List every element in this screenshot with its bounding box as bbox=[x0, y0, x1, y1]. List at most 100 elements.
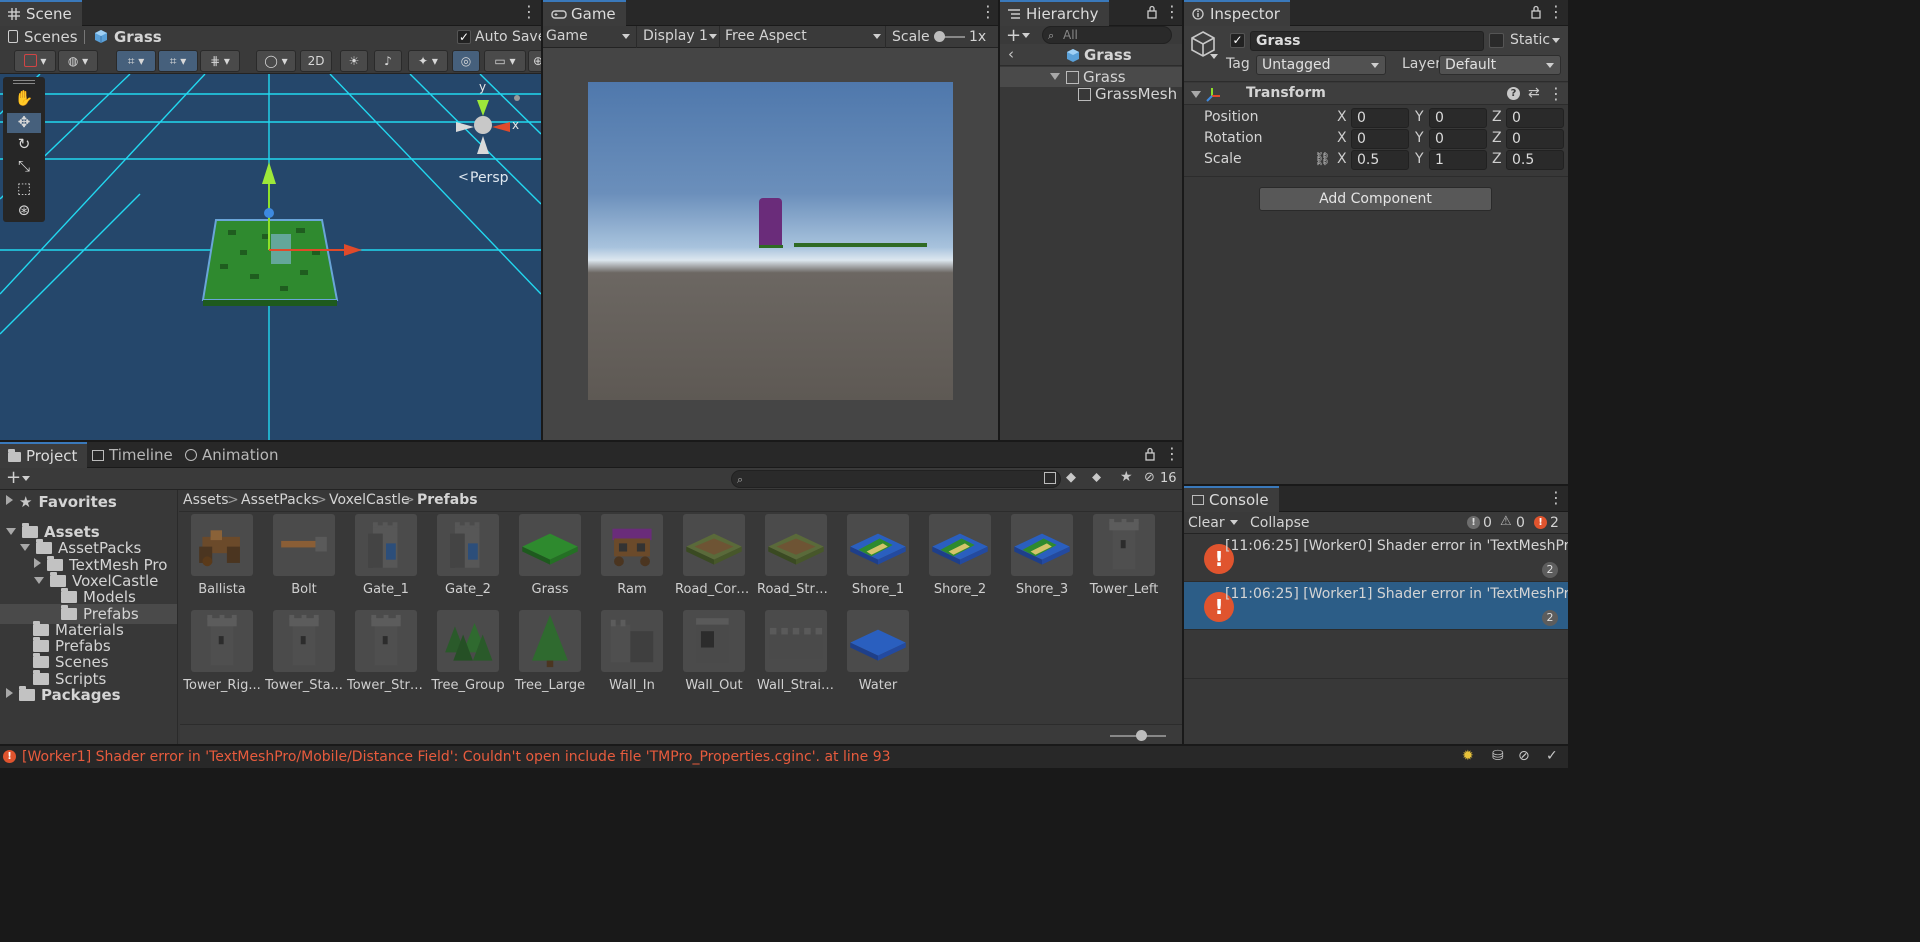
status-ok-icon[interactable]: ✓ bbox=[1546, 748, 1558, 764]
status-message[interactable]: [Worker1] Shader error in 'TextMeshPro/M… bbox=[22, 749, 891, 765]
console-entry[interactable]: ! [11:06:25] [Worker0] Shader error in '… bbox=[1184, 534, 1568, 582]
asset-item[interactable]: Road_Strai... bbox=[755, 514, 837, 614]
increment-snap-button[interactable]: ⋕ ▾ bbox=[200, 50, 240, 72]
filter-type-icon[interactable]: ◆ bbox=[1066, 470, 1076, 485]
asset-item[interactable]: Shore_1 bbox=[837, 514, 919, 614]
project-tree-item[interactable]: ★ Favorites bbox=[0, 492, 177, 512]
breadcrumb-assetpacks[interactable]: AssetPacks bbox=[241, 492, 319, 508]
lock-icon[interactable] bbox=[1144, 447, 1156, 461]
favorite-star-icon[interactable]: ★ bbox=[1120, 469, 1133, 485]
tab-console[interactable]: Console bbox=[1184, 486, 1279, 512]
visibility-toggle-button[interactable]: ◎ bbox=[452, 50, 480, 72]
lock-icon[interactable] bbox=[1146, 5, 1158, 19]
auto-save-checkbox[interactable]: ✓ bbox=[457, 30, 471, 44]
asset-item[interactable]: Tower_Stra... bbox=[345, 610, 427, 710]
lock-icon[interactable] bbox=[1530, 5, 1542, 19]
draw-mode-button[interactable]: ▾ bbox=[14, 50, 56, 72]
network-icon[interactable]: ⊘ bbox=[1518, 748, 1530, 764]
rotation-y-field[interactable]: 0 bbox=[1429, 129, 1487, 149]
debug-icon[interactable]: ✹ bbox=[1462, 748, 1474, 764]
display-dropdown[interactable]: Display 1 bbox=[643, 28, 719, 44]
asset-item[interactable]: Wall_Out bbox=[673, 610, 755, 710]
chevron-down-icon[interactable] bbox=[22, 476, 30, 481]
audio-toggle-button[interactable]: ♪ bbox=[374, 50, 402, 72]
collapse-arrow-icon[interactable] bbox=[1191, 91, 1201, 98]
asset-item[interactable]: Tower_Rig... bbox=[181, 610, 263, 710]
search-options-icon[interactable] bbox=[1044, 472, 1056, 484]
console-entry[interactable]: ! [11:06:25] [Worker1] Shader error in '… bbox=[1184, 582, 1568, 630]
rect-tool-icon[interactable]: ⬚ bbox=[9, 179, 39, 199]
scale-y-field[interactable]: 1 bbox=[1429, 150, 1487, 170]
asset-item[interactable]: Tree_Large bbox=[509, 610, 591, 710]
persp-label[interactable]: Persp bbox=[470, 170, 509, 186]
error-filter-icon[interactable]: ! bbox=[1534, 516, 1547, 529]
rotation-z-field[interactable]: 0 bbox=[1506, 129, 1564, 149]
game-menu-icon[interactable]: ⋮ bbox=[980, 4, 996, 20]
grid-toggle-button[interactable]: ⌗ ▾ bbox=[158, 50, 198, 72]
asset-item[interactable]: Shore_2 bbox=[919, 514, 1001, 614]
collapsed-arrow-icon[interactable] bbox=[34, 557, 41, 568]
collapsed-arrow-icon[interactable] bbox=[6, 688, 13, 698]
rotate-tool-icon[interactable]: ↻ bbox=[9, 135, 39, 155]
object-name-field[interactable]: Grass bbox=[1250, 31, 1484, 51]
breadcrumb-prefabs[interactable]: Prefabs bbox=[417, 492, 478, 508]
icon-size-slider[interactable] bbox=[1110, 730, 1166, 741]
hierarchy-menu-icon[interactable]: ⋮ bbox=[1164, 4, 1180, 20]
fx-button[interactable]: ✦ ▾ bbox=[408, 50, 448, 72]
active-checkbox[interactable]: ✓ bbox=[1230, 33, 1245, 48]
asset-item[interactable]: Gate_2 bbox=[427, 514, 509, 614]
hidden-packages-icon[interactable]: ⊘ bbox=[1144, 470, 1155, 485]
tab-inspector[interactable]: Inspector bbox=[1184, 0, 1290, 26]
warning-filter-icon[interactable]: ⚠ bbox=[1500, 514, 1512, 529]
hierarchy-search-input[interactable]: ⌕ All bbox=[1042, 26, 1172, 44]
rotation-x-field[interactable]: 0 bbox=[1351, 129, 1409, 149]
tag-dropdown[interactable]: Untagged bbox=[1256, 55, 1386, 75]
asset-item[interactable]: Bolt bbox=[263, 514, 345, 614]
asset-item[interactable]: Grass bbox=[509, 514, 591, 614]
scale-z-field[interactable]: 0.5 bbox=[1506, 150, 1564, 170]
add-icon[interactable]: + bbox=[6, 467, 21, 488]
info-filter-icon[interactable]: ! bbox=[1467, 516, 1480, 529]
add-icon[interactable]: + bbox=[1006, 25, 1021, 46]
render-mode-button[interactable]: ◍ ▾ bbox=[58, 50, 98, 72]
asset-item[interactable]: Ram bbox=[591, 514, 673, 614]
project-tree-item[interactable]: Packages bbox=[0, 685, 177, 705]
static-checkbox[interactable] bbox=[1489, 33, 1504, 48]
clear-button[interactable]: Clear bbox=[1188, 515, 1225, 531]
project-search-input[interactable]: ⌕ bbox=[731, 470, 1061, 488]
tab-project[interactable]: Project bbox=[0, 442, 88, 468]
cache-server-icon[interactable]: ⛁ bbox=[1492, 748, 1504, 764]
move-tool-icon[interactable]: ✥ bbox=[7, 113, 41, 133]
mode-2d-button[interactable]: 2D bbox=[300, 50, 332, 72]
inspector-menu-icon[interactable]: ⋮ bbox=[1548, 4, 1564, 20]
add-component-button[interactable]: Add Component bbox=[1259, 187, 1492, 211]
expand-arrow-icon[interactable] bbox=[1050, 73, 1060, 80]
tab-scene[interactable]: Scene bbox=[0, 0, 82, 26]
position-z-field[interactable]: 0 bbox=[1506, 108, 1564, 128]
project-menu-icon[interactable]: ⋮ bbox=[1164, 446, 1180, 462]
tab-hierarchy[interactable]: Hierarchy bbox=[1000, 0, 1109, 26]
scene-menu-icon[interactable]: ⋮ bbox=[521, 4, 537, 20]
gizmos-button[interactable]: ⊕ bbox=[528, 50, 541, 72]
preset-icon[interactable]: ⇄ bbox=[1528, 85, 1540, 101]
asset-item[interactable]: Tower_Sta... bbox=[263, 610, 345, 710]
grid-snap-button[interactable]: ⌗ ▾ bbox=[116, 50, 156, 72]
position-y-field[interactable]: 0 bbox=[1429, 108, 1487, 128]
chevron-down-icon[interactable] bbox=[1552, 38, 1560, 43]
asset-item[interactable]: Road_Corn... bbox=[673, 514, 755, 614]
hierarchy-item-grassmesh[interactable]: GrassMesh bbox=[1000, 84, 1182, 104]
collapsed-arrow-icon[interactable] bbox=[6, 495, 13, 505]
tab-animation[interactable]: Animation bbox=[177, 442, 288, 468]
transform-header[interactable]: Transform ? ⇄ ⋮ bbox=[1184, 83, 1568, 105]
scale-slider[interactable] bbox=[934, 31, 965, 42]
asset-item[interactable]: Ballista bbox=[181, 514, 263, 614]
breadcrumb-voxelcastle[interactable]: VoxelCastle bbox=[329, 492, 410, 508]
breadcrumb-assets[interactable]: Assets bbox=[183, 492, 229, 508]
tab-game[interactable]: Game bbox=[543, 0, 626, 26]
console-menu-icon[interactable]: ⋮ bbox=[1548, 490, 1564, 506]
hand-tool-icon[interactable]: ✋ bbox=[9, 89, 39, 109]
expand-arrow-icon[interactable] bbox=[20, 544, 30, 552]
chevron-down-icon[interactable] bbox=[1210, 54, 1218, 59]
chevron-down-icon[interactable] bbox=[1022, 33, 1030, 38]
game-viewport[interactable] bbox=[588, 82, 953, 400]
